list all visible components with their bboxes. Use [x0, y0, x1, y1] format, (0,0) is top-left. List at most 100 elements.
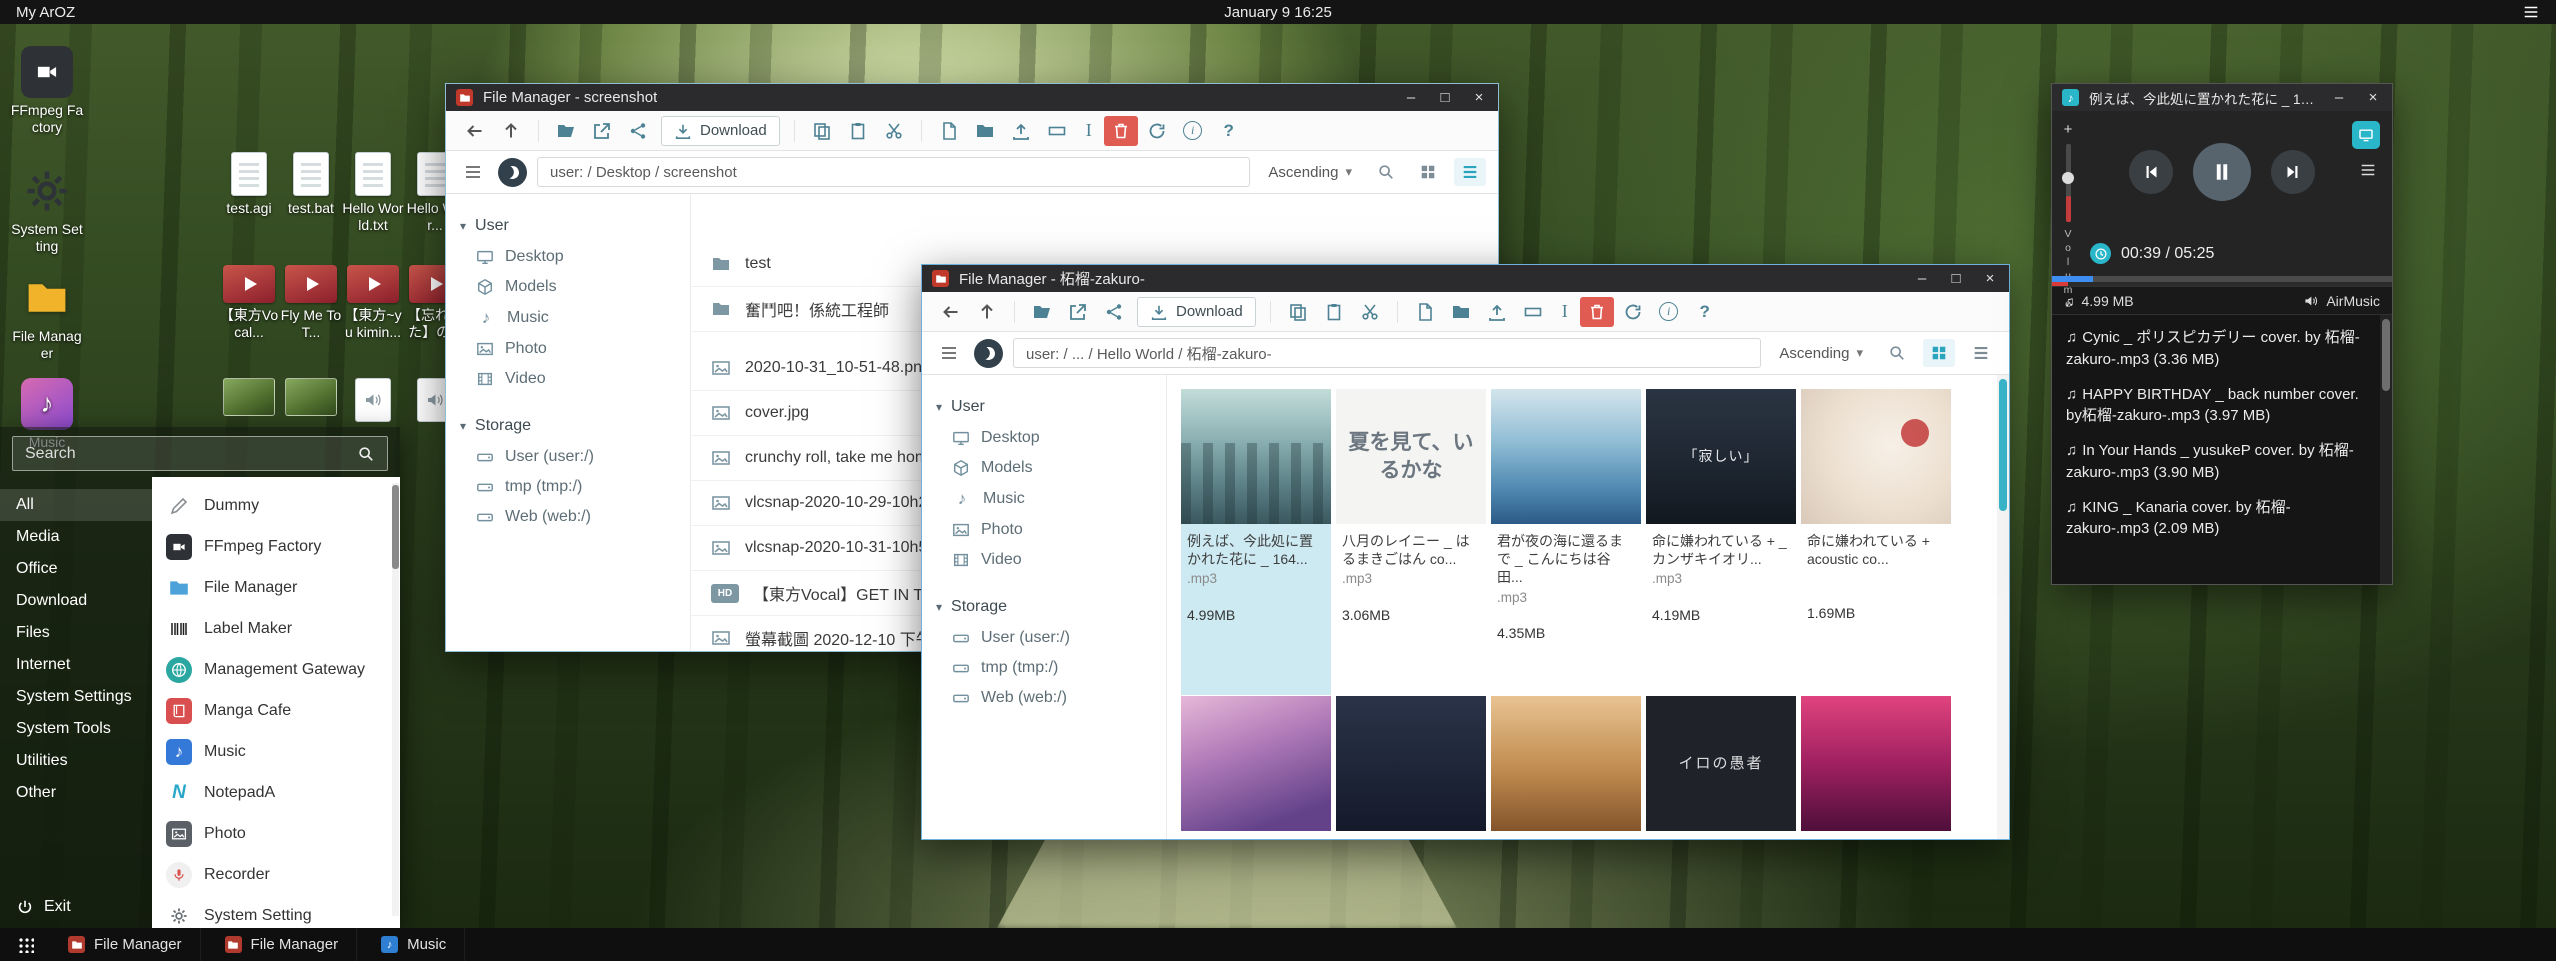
close-button[interactable]: ×: [1981, 270, 1999, 287]
launcher-app-ffmpeg-factory[interactable]: FFmpeg Factory: [152, 526, 400, 567]
share-button[interactable]: [1097, 297, 1131, 327]
pause-button[interactable]: [2193, 143, 2251, 201]
upload-button[interactable]: [1004, 116, 1038, 146]
launcher-app-management-gateway[interactable]: Management Gateway: [152, 649, 400, 690]
titlebar[interactable]: ♪ 例えば、今此処に置かれた花に _ 164 c... – ×: [2052, 84, 2392, 111]
sidebar-item-photo[interactable]: Photo: [922, 515, 1166, 545]
close-button[interactable]: ×: [2364, 89, 2382, 106]
maximize-button[interactable]: □: [1947, 270, 1965, 287]
rename-button[interactable]: [1040, 116, 1074, 146]
file-card[interactable]: 四季折々に揺蕩いて...: [1181, 696, 1331, 839]
open-button[interactable]: [1025, 297, 1059, 327]
titlebar[interactable]: File Manager - 柘榴-zakuro- – □ ×: [922, 265, 2009, 292]
desktop-file-test-agi[interactable]: test.agi: [218, 152, 280, 217]
new-file-button[interactable]: [1408, 297, 1442, 327]
trash-button[interactable]: [1104, 116, 1138, 146]
sidebar-item-music[interactable]: ♪Music: [922, 483, 1166, 515]
sidebar-item-music[interactable]: ♪Music: [446, 302, 690, 334]
dark-mode-toggle[interactable]: [974, 339, 1003, 368]
help-button[interactable]: ?: [1688, 297, 1722, 327]
sort-dropdown[interactable]: Ascending: [1771, 345, 1871, 362]
download-button[interactable]: Download: [1137, 297, 1256, 327]
search-input[interactable]: [25, 445, 357, 463]
sidebar-item-video[interactable]: Video: [922, 545, 1166, 575]
desktop-file-hello-world[interactable]: Hello World.txt: [342, 152, 404, 234]
category-files[interactable]: Files: [0, 617, 152, 649]
topbar-hamburger-icon[interactable]: [2522, 3, 2540, 21]
cut-button[interactable]: [1353, 297, 1387, 327]
sidebar-section-storage[interactable]: ▾ Storage: [446, 410, 690, 442]
launcher-app-manga-cafe[interactable]: Manga Cafe: [152, 690, 400, 731]
search-button[interactable]: [1881, 339, 1913, 367]
category-internet[interactable]: Internet: [0, 649, 152, 681]
desktop-file-audio-1[interactable]: [342, 378, 404, 422]
grid-view-button[interactable]: [1923, 339, 1955, 367]
task-file-manager-2[interactable]: File Manager: [207, 928, 358, 961]
new-folder-button[interactable]: [1444, 297, 1478, 327]
next-track-button[interactable]: [2271, 150, 2315, 194]
minimize-button[interactable]: –: [2330, 89, 2348, 106]
launcher-search[interactable]: [12, 436, 388, 471]
sidebar-item-video[interactable]: Video: [446, 364, 690, 394]
cast-button[interactable]: [2352, 121, 2380, 149]
playlist-item[interactable]: ♫KING _ Kanaria cover. by 柘榴-zakuro-.mp3…: [2066, 497, 2368, 541]
scrollbar[interactable]: [392, 483, 399, 916]
paste-button[interactable]: [1317, 297, 1351, 327]
sort-dropdown[interactable]: Ascending: [1260, 164, 1360, 181]
desktop-file-test-bat[interactable]: test.bat: [280, 152, 342, 217]
breadcrumb[interactable]: user: / ... / Hello World / 柘榴-zakuro-: [1013, 338, 1761, 368]
volume-plus[interactable]: +: [2064, 121, 2073, 138]
paste-button[interactable]: [841, 116, 875, 146]
playlist-item[interactable]: ♫HAPPY BIRTHDAY _ back number cover. by柘…: [2066, 384, 2368, 428]
back-button[interactable]: [934, 297, 968, 327]
minimize-button[interactable]: –: [1402, 89, 1420, 106]
list-view-button[interactable]: [1454, 158, 1486, 186]
up-button[interactable]: [970, 297, 1004, 327]
category-system-settings[interactable]: System Settings: [0, 681, 152, 713]
file-card[interactable]: 憂 _ HamP cover...: [1336, 696, 1486, 839]
launcher-app-system-setting[interactable]: System Setting: [152, 895, 400, 928]
titlebar[interactable]: File Manager - screenshot – □ ×: [446, 84, 1498, 111]
scrollbar[interactable]: [1997, 375, 2009, 839]
sidebar-section-user[interactable]: ▾ User: [446, 210, 690, 242]
sidebar-item-desktop[interactable]: Desktop: [446, 242, 690, 272]
file-card[interactable]: 幽霊東京 _ Ayase co...: [1801, 696, 1951, 839]
previous-track-button[interactable]: [2129, 150, 2173, 194]
file-card[interactable]: 藍と薔薇 _ 青大月...: [1491, 696, 1641, 839]
airmusic-label[interactable]: AirMusic: [2326, 293, 2380, 309]
upload-button[interactable]: [1480, 297, 1514, 327]
launcher-app-label-maker[interactable]: Label Maker: [152, 608, 400, 649]
info-button[interactable]: i: [1176, 116, 1210, 146]
category-download[interactable]: Download: [0, 585, 152, 617]
text-tool-button[interactable]: I: [1076, 116, 1102, 146]
desktop-file-image-2[interactable]: [280, 378, 342, 416]
playlist-item[interactable]: ♫In Your Hands _ yusukeP cover. by 柘榴-za…: [2066, 440, 2368, 484]
desktop-icon-system-setting[interactable]: System Setting: [10, 165, 84, 255]
launcher-app-notepada[interactable]: NNotepadA: [152, 772, 400, 813]
playlist-item[interactable]: ♫Cynic _ ポリスピカデリー cover. by 柘榴-zakuro-.m…: [2066, 327, 2368, 371]
task-file-manager-1[interactable]: File Manager: [50, 928, 201, 961]
launcher-app-photo[interactable]: Photo: [152, 813, 400, 854]
close-button[interactable]: ×: [1470, 89, 1488, 106]
download-button[interactable]: Download: [661, 116, 780, 146]
sidebar-item-web-drive[interactable]: Web (web:/): [446, 502, 690, 532]
open-in-new-window-button[interactable]: [1061, 297, 1095, 327]
list-view-button[interactable]: [1965, 339, 1997, 367]
sidebar-section-user[interactable]: ▾ User: [922, 391, 1166, 423]
share-button[interactable]: [621, 116, 655, 146]
desktop-icon-file-manager[interactable]: File Manager: [10, 272, 84, 362]
launcher-app-file-manager[interactable]: File Manager: [152, 567, 400, 608]
file-card[interactable]: 「寂しい」 命に嫌われている + _ カンザキイオリ... .mp3 4.19M…: [1646, 389, 1796, 695]
category-utilities[interactable]: Utilities: [0, 745, 152, 777]
desktop-file-video-1[interactable]: 【東方Vocal...: [218, 265, 280, 341]
task-music[interactable]: ♪ Music: [363, 928, 465, 961]
desktop-file-image-1[interactable]: [218, 378, 280, 416]
desktop-icon-ffmpeg-factory[interactable]: FFmpeg Factory: [10, 46, 84, 136]
launcher-app-recorder[interactable]: Recorder: [152, 854, 400, 895]
grid-view-button[interactable]: [1412, 158, 1444, 186]
sidebar-toggle-icon[interactable]: [458, 162, 488, 182]
refresh-button[interactable]: [1616, 297, 1650, 327]
search-button[interactable]: [1370, 158, 1402, 186]
launcher-app-music[interactable]: ♪Music: [152, 731, 400, 772]
sidebar-section-storage[interactable]: ▾ Storage: [922, 591, 1166, 623]
